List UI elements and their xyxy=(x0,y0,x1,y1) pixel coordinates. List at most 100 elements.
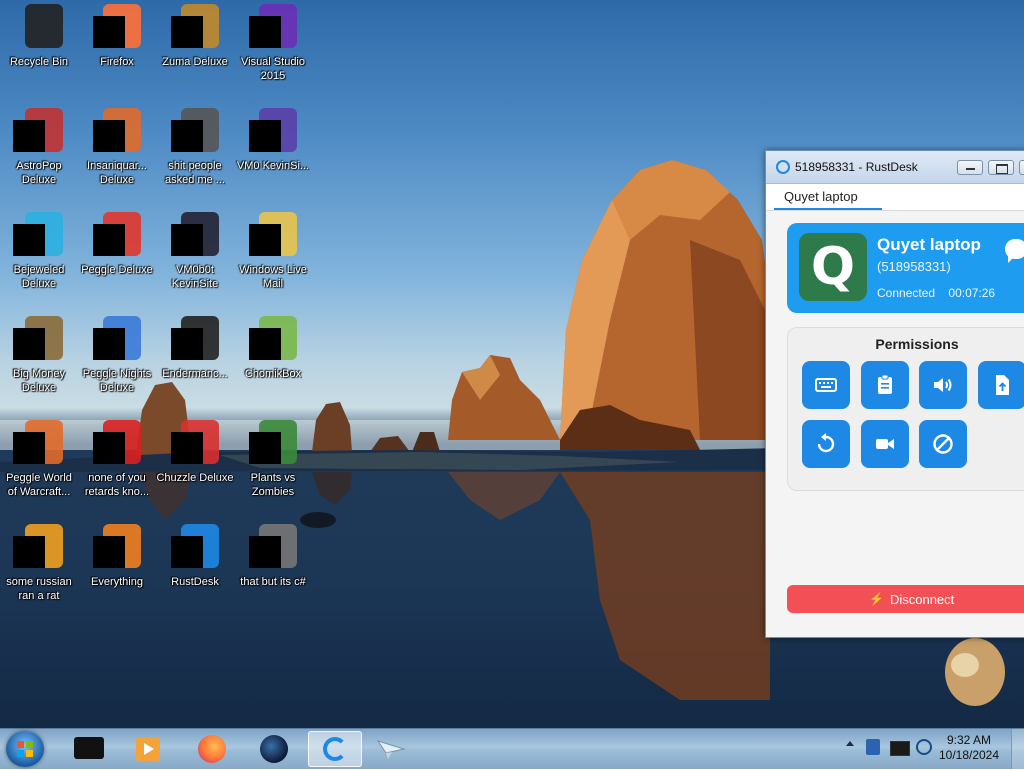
desktop-icon-label: AstroPop Deluxe xyxy=(16,160,62,186)
desktop-icon-windows-live-mail[interactable]: Windows Live Mail xyxy=(234,212,312,291)
peggle-world-of-warcraft-icon xyxy=(13,420,63,468)
desktop-icon-peggle-deluxe[interactable]: Peggle Deluxe xyxy=(78,212,156,277)
desktop-icon-big-money-deluxe[interactable]: Big Money Deluxe xyxy=(0,316,78,395)
recycle-bin-icon xyxy=(15,4,63,52)
firefox-icon xyxy=(93,4,141,52)
chomikbox-icon xyxy=(249,316,297,364)
desktop-icon-label: Peggle Nights Deluxe xyxy=(82,368,152,394)
taskbar-paper-plane[interactable] xyxy=(364,731,418,767)
endermanc-icon xyxy=(171,316,219,364)
desktop-icon-label: Firefox xyxy=(100,56,134,68)
restart-icon xyxy=(817,433,835,453)
maximize-icon xyxy=(996,164,1008,174)
desktop-icon-chomikbox[interactable]: ChomikBox xyxy=(234,316,312,381)
desktop-icon-insaniquar-deluxe[interactable]: Insaniquar... Deluxe xyxy=(78,108,156,187)
desktop-icon-label: Recycle Bin xyxy=(9,56,69,68)
desktop-icon-recycle-bin[interactable]: Recycle Bin xyxy=(0,4,78,69)
maximize-button[interactable] xyxy=(988,160,1014,175)
clipboard-icon xyxy=(878,374,892,394)
desktop-icon-label: some russian ran a rat xyxy=(6,576,72,602)
desktop-icon-endermanc[interactable]: Endermanc... xyxy=(156,316,234,381)
tab-quyet-laptop[interactable]: Quyet laptop xyxy=(774,184,882,210)
desktop-icon-zuma-deluxe[interactable]: Zuma Deluxe xyxy=(156,4,234,69)
peer-name: Quyet laptop xyxy=(877,235,981,254)
bejeweled-deluxe-icon xyxy=(13,212,63,260)
rustdesk-window: 518958331 - RustDesk Quyet laptop Q Quye… xyxy=(765,150,1024,638)
tray-expand-icon[interactable] xyxy=(846,741,854,749)
desktop-icon-that-but-its-c[interactable]: that but its c# xyxy=(234,524,312,589)
paper-plane-icon xyxy=(376,740,406,759)
desktop-icon-visual-studio-2015[interactable]: Visual Studio 2015 xyxy=(234,4,312,83)
peer-id: (518958331) xyxy=(877,259,951,274)
file-transfer-permission-button[interactable] xyxy=(978,361,1024,409)
desktop-icon-peggle-nights-deluxe[interactable]: Peggle Nights Deluxe xyxy=(78,316,156,395)
taskbar-rustdesk[interactable] xyxy=(308,731,362,767)
desktop-icon-vm0b0t-kevinsite[interactable]: VM0b0t KevinSite xyxy=(156,212,234,291)
disconnect-button[interactable]: ⚡ Disconnect xyxy=(787,585,1024,613)
vm0b0t-kevinsite-icon xyxy=(171,212,219,260)
desktop-icon-label: VM0b0t KevinSite xyxy=(171,264,219,290)
keyboard-permission-button[interactable] xyxy=(802,361,850,409)
earth-icon xyxy=(260,735,288,763)
windows-logo-icon xyxy=(17,741,33,757)
desktop-icon-peggle-world-of-warcraft[interactable]: Peggle World of Warcraft... xyxy=(0,420,78,499)
clipboard-permission-button[interactable] xyxy=(861,361,909,409)
desktop-icon-none-of-you-retards-kno[interactable]: none of you retards kno... xyxy=(78,420,156,499)
show-desktop-button[interactable] xyxy=(1011,729,1024,769)
peer-info-card: Q Quyet laptop (518958331) Connected 00:… xyxy=(787,223,1024,313)
block-input-icon xyxy=(933,434,953,454)
desktop-icon-shit-people-asked-me[interactable]: shit people asked me ... xyxy=(156,108,234,187)
taskbar-media-player[interactable] xyxy=(122,731,176,767)
permissions-panel: Permissions xyxy=(787,327,1024,491)
close-button[interactable] xyxy=(1019,160,1024,175)
desktop-icon-label: Big Money Deluxe xyxy=(13,368,65,394)
rustdesk-icon xyxy=(323,737,347,761)
desktop-icon-label: Chuzzle Deluxe xyxy=(156,472,234,484)
desktop-icon-bejeweled-deluxe[interactable]: Bejeweled Deluxe xyxy=(0,212,78,291)
desktop-icon-rustdesk[interactable]: RustDesk xyxy=(156,524,234,589)
restart-permission-button[interactable] xyxy=(802,420,850,468)
desktop-icon-label: Peggle World of Warcraft... xyxy=(6,472,72,498)
audio-permission-button[interactable] xyxy=(919,361,967,409)
taskbar-earth[interactable] xyxy=(248,731,302,767)
some-russian-ran-a-rat-icon xyxy=(13,524,63,572)
desktop-icon-firefox[interactable]: Firefox xyxy=(78,4,156,69)
clock[interactable]: 9:32 AM 10/18/2024 xyxy=(934,733,1004,763)
connection-duration: 00:07:26 xyxy=(948,286,996,300)
taskbar-terminal[interactable] xyxy=(62,731,116,767)
desktop-icon-label: RustDesk xyxy=(171,576,219,588)
desktop-icon-everything[interactable]: Everything xyxy=(78,524,156,589)
clock-time: 9:32 AM xyxy=(946,733,992,747)
desktop-icon-plants-vs-zombies[interactable]: Plants vs Zombies xyxy=(234,420,312,499)
chuzzle-deluxe-icon xyxy=(171,420,219,468)
tray-monitor-icon[interactable] xyxy=(890,741,910,756)
shit-people-asked-me-icon xyxy=(171,108,219,156)
block-input-permission-button[interactable] xyxy=(919,420,967,468)
window-titlebar[interactable]: 518958331 - RustDesk xyxy=(766,151,1024,184)
taskbar-firefox[interactable] xyxy=(186,731,240,767)
keyboard-icon xyxy=(815,378,837,392)
desktop-icon-astropop-deluxe[interactable]: AstroPop Deluxe xyxy=(0,108,78,187)
desktop-icon-label: that but its c# xyxy=(240,576,306,588)
desktop-icon-chuzzle-deluxe[interactable]: Chuzzle Deluxe xyxy=(156,420,234,485)
zuma-deluxe-icon xyxy=(171,4,219,52)
file-transfer-icon xyxy=(996,375,1009,395)
windows-live-mail-icon xyxy=(249,212,297,260)
desktop-icon-label: Zuma Deluxe xyxy=(162,56,228,68)
tray-app-icon[interactable] xyxy=(866,739,880,755)
media-player-icon xyxy=(136,737,160,761)
tray-network-icon[interactable] xyxy=(916,739,932,755)
desktop-icon-vm0-kevinsi[interactable]: VM0 KevinSi... xyxy=(234,108,312,173)
desktop-icon-label: none of you retards kno... xyxy=(84,472,150,498)
desktop-icon-some-russian-ran-a-rat[interactable]: some russian ran a rat xyxy=(0,524,78,603)
minimize-button[interactable] xyxy=(957,160,983,175)
astropop-deluxe-icon xyxy=(13,108,63,156)
disconnect-icon: ⚡ xyxy=(869,592,884,606)
start-button[interactable] xyxy=(6,731,44,767)
recording-icon xyxy=(876,439,894,449)
peggle-nights-deluxe-icon xyxy=(93,316,141,364)
desktop-icon-label: Windows Live Mail xyxy=(239,264,307,290)
chat-icon[interactable] xyxy=(1005,239,1024,263)
recording-permission-button[interactable] xyxy=(861,420,909,468)
desktop-icon-label: Insaniquar... Deluxe xyxy=(87,160,147,186)
